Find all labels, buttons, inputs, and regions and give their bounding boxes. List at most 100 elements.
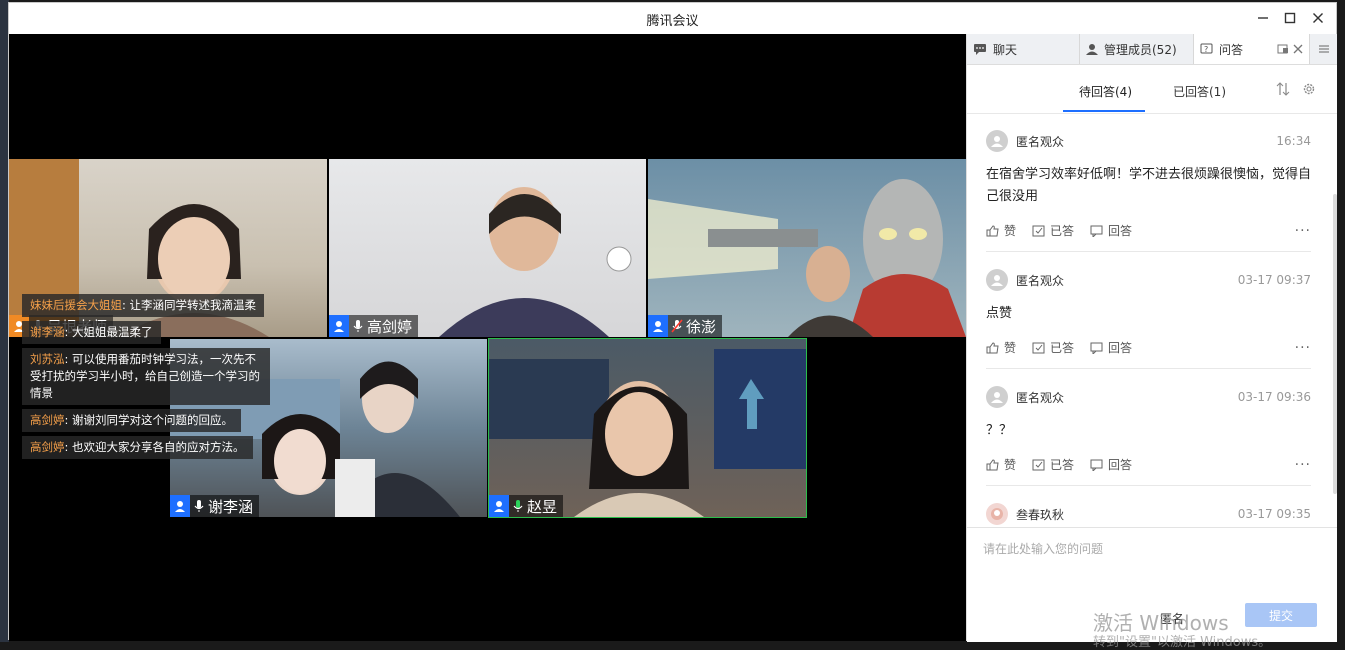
thumb-up-icon [986,341,999,353]
like-button[interactable]: 赞 [986,222,1016,239]
close-button[interactable] [1307,8,1329,28]
tab-chat[interactable]: 聊天 [967,34,1080,64]
question-list: 匿名观众 16:34 在宿舍学习效率好低啊！学不进去很烦躁很懊恼，觉得自己很没用… [967,114,1337,526]
question-icon: ? [1200,43,1213,54]
question-author: 匿名观众 [1016,273,1065,288]
mark-answered-button[interactable]: 已答 [1032,222,1074,239]
anonymous-avatar-icon [986,386,1008,408]
divider [986,485,1311,486]
svg-text:?: ? [1204,45,1208,54]
participant-label-2: 高剑婷 [329,315,419,337]
anonymous-avatar-icon [986,269,1008,291]
more-options-icon[interactable]: ··· [1295,223,1311,239]
question-author: 匿名观众 [1016,390,1065,405]
question-time: 03-17 09:35 [1237,507,1311,521]
chat-message: 谢李涵: 大姐姐最温柔了 [22,321,161,344]
close-tab-icon[interactable] [1293,44,1303,54]
mic-icon [351,317,365,335]
tab-members[interactable]: 管理成员(52) [1080,34,1194,64]
chat-overlay: 妹妹后援会大姐姐: 让李涵同学转述我滴温柔 谢李涵: 大姐姐最温柔了 刘苏泓: … [22,294,277,463]
participant-name: 赵昱 [527,497,558,516]
question-author: 叁春玖秋 [1016,507,1065,522]
mark-answered-button[interactable]: 已答 [1032,339,1074,356]
menu-icon [1318,45,1329,53]
reply-button[interactable]: 回答 [1090,456,1132,473]
panel-menu-button[interactable] [1310,34,1337,64]
check-box-icon [1032,225,1045,236]
maximize-button[interactable] [1279,8,1301,28]
divider [986,368,1311,369]
side-panel: 聊天 管理成员(52) ? 问答 待回答(4) 已回答(1) 匿名观众 16:3… [966,34,1337,642]
thumb-up-icon [986,224,999,236]
scrollbar[interactable] [1333,194,1337,494]
chat-icon [974,44,986,55]
minimize-button[interactable] [1252,8,1274,28]
qa-subtabs: 待回答(4) 已回答(1) [967,65,1337,114]
reply-button[interactable]: 回答 [1090,339,1132,356]
question-author: 匿名观众 [1016,134,1065,149]
question-text: ？？ [986,423,1013,438]
maximize-icon [1284,12,1296,24]
chat-message: 高剑婷: 也欢迎大家分享各自的应对方法。 [22,436,253,459]
participant-label-5: 赵昱 [489,495,564,517]
check-box-icon [1032,459,1045,470]
divider [986,251,1311,252]
video-feed-5 [489,349,806,517]
mic-muted-icon [670,317,684,335]
question-time: 03-17 09:36 [1237,390,1311,404]
settings-gear-icon[interactable] [1302,82,1316,96]
user-avatar-icon [986,503,1008,525]
chat-message: 妹妹后援会大姐姐: 让李涵同学转述我滴温柔 [22,294,265,317]
participant-name: 谢李涵 [208,497,254,516]
popout-icon[interactable] [1277,43,1289,55]
submit-button[interactable]: 提交 [1245,603,1317,627]
more-options-icon[interactable]: ··· [1295,457,1311,473]
video-tile-3[interactable]: 徐澎 [648,159,966,337]
subtab-answered[interactable]: 已回答(1) [1173,83,1226,100]
user-avatar-icon [648,315,668,337]
subtab-pending[interactable]: 待回答(4) [1079,83,1132,100]
question-text: 点赞 [986,306,1013,321]
reply-icon [1090,459,1103,471]
video-feed-3 [648,179,966,337]
thumb-up-icon [986,458,999,470]
question-item: 匿名观众 16:34 在宿舍学习效率好低啊！学不进去很烦躁很懊恼，觉得自己很没用… [986,130,1311,239]
chat-message: 刘苏泓: 可以使用番茄时钟学习法，一次先不受打扰的学习半小时，给自己创造一个学习… [22,348,270,405]
tab-qa[interactable]: ? 问答 [1194,34,1310,64]
participant-name: 徐澎 [686,317,717,336]
more-options-icon[interactable]: ··· [1295,340,1311,356]
participant-label-4: 谢李涵 [170,495,260,517]
user-avatar-icon [170,495,190,517]
anonymous-avatar-icon [986,130,1008,152]
minimize-icon [1258,17,1268,19]
sort-icon[interactable] [1276,82,1290,96]
title-bar: 腾讯会议 [9,3,1336,34]
video-tile-2[interactable]: 高剑婷 [329,159,646,337]
video-feed-2 [439,187,632,337]
question-time: 16:34 [1276,134,1311,148]
panel-tabs: 聊天 管理成员(52) ? 问答 [967,34,1337,65]
like-button[interactable]: 赞 [986,456,1016,473]
reply-button[interactable]: 回答 [1090,222,1132,239]
user-avatar-icon [489,495,509,517]
question-item: 叁春玖秋 03-17 09:35 [986,503,1311,525]
chat-message: 高剑婷: 谢谢刘同学对这个问题的回应。 [22,409,242,432]
like-button[interactable]: 赞 [986,339,1016,356]
question-time: 03-17 09:37 [1237,273,1311,287]
mic-icon [192,497,206,515]
mark-answered-button[interactable]: 已答 [1032,456,1074,473]
participant-name: 高剑婷 [367,317,413,336]
video-stage: 吴垠老师 高剑婷 [9,34,966,641]
mic-speaking-icon [511,497,525,515]
question-item: 匿名观众 03-17 09:37 点赞 赞 已答 回答 ··· [986,269,1311,356]
reply-icon [1090,342,1103,354]
active-subtab-indicator [1063,110,1145,112]
video-tile-5[interactable]: 赵昱 [488,338,807,518]
question-text: 在宿舍学习效率好低啊！学不进去很烦躁很懊恼，觉得自己很没用 [986,167,1312,204]
meeting-window: 腾讯会议 高剑婷 徐澎 谢李涵 赵昱 妹妹后援会大姐姐: 让李涵同学转述我滴温柔… [8,2,1337,642]
question-input-placeholder[interactable]: 请在此处输入您的问题 [983,540,1103,557]
reply-icon [1090,225,1103,237]
user-avatar-icon [329,315,349,337]
person-icon [1086,44,1098,55]
participant-label-3: 徐澎 [648,315,723,337]
